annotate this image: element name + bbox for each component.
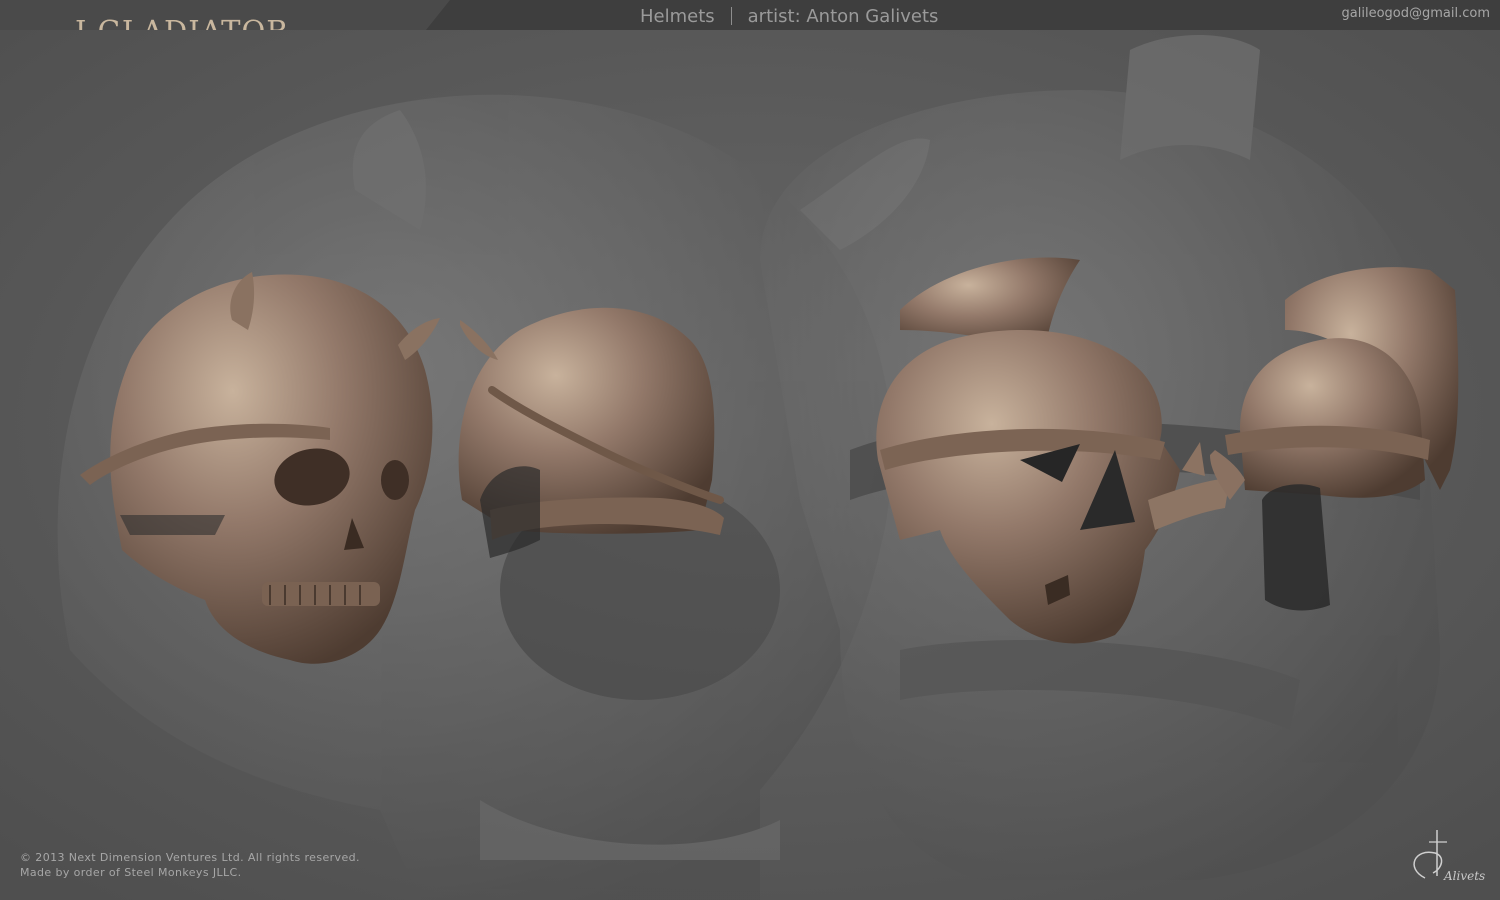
footer-credits: © 2013 Next Dimension Ventures Ltd. All … [20,850,440,880]
copyright-text: © 2013 Next Dimension Ventures Ltd. All … [20,851,360,864]
contact-email: galileogod@gmail.com [1341,6,1490,21]
credit-text: Made by order of Steel Monkeys JLLC. [20,866,242,879]
signature-text: Alivets [1444,869,1486,883]
render-stage [0,30,1500,900]
header-separator [730,7,732,25]
category-label: Helmets [640,5,715,27]
header-info: Helmets artist: Anton Galivets [640,4,985,28]
artist-label: artist: Anton Galivets [747,5,939,27]
